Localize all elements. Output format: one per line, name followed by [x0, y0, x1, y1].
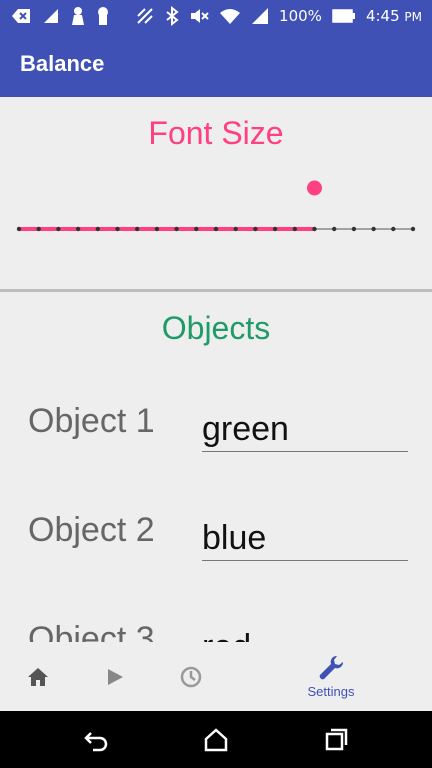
nav-settings-label: Settings	[307, 684, 355, 699]
triangle-warning-icon	[44, 9, 58, 23]
slider-tick	[36, 226, 41, 232]
bottom-navigation: Settings	[0, 642, 432, 711]
slider-tick	[253, 226, 258, 232]
nav-play[interactable]	[95, 642, 135, 711]
slider-tick	[95, 226, 101, 232]
object-value-field[interactable]: green	[202, 410, 408, 452]
nav-history[interactable]	[171, 642, 211, 711]
slider-tick	[56, 226, 61, 232]
object-label: Object 2	[28, 511, 155, 549]
object-row-1: Object 1 green	[0, 390, 432, 480]
slider-tick	[75, 226, 81, 232]
nav-home[interactable]	[18, 642, 58, 711]
lock-icon	[98, 7, 108, 25]
slider-tick	[174, 226, 179, 232]
recents-icon[interactable]	[321, 725, 351, 755]
battery-icon	[332, 9, 355, 23]
status-time: 4:45 PM	[366, 7, 422, 25]
battery-percent: 100%	[279, 7, 322, 25]
objects-title: Objects	[161, 310, 271, 346]
exit-icon	[12, 9, 30, 23]
nfc-off-icon	[137, 8, 153, 24]
object-row-2: Object 2 blue	[0, 499, 432, 589]
font-size-slider[interactable]	[0, 170, 432, 250]
objects-list[interactable]: Object 1 green Object 2 blue Object 3 re…	[0, 390, 432, 642]
slider-tick	[16, 226, 22, 232]
slider-thumb[interactable]	[307, 180, 322, 196]
app-bar: Balance	[0, 32, 432, 97]
status-bar: 100% 4:45 PM	[0, 0, 432, 32]
slider-tick	[233, 226, 238, 232]
play-icon	[108, 668, 123, 685]
history-icon	[180, 666, 202, 687]
slider-tick	[154, 226, 160, 232]
object-row-3: Object 3 red	[0, 608, 432, 642]
wrench-icon	[319, 655, 344, 680]
object-label: Object 3	[28, 620, 155, 642]
slider-tick	[194, 226, 199, 232]
section-divider	[0, 289, 432, 292]
signal-icon	[252, 8, 269, 24]
slider-tick	[312, 226, 317, 232]
slider-tick	[332, 226, 337, 232]
slider-tick	[272, 226, 278, 232]
app-title: Balance	[20, 51, 105, 76]
back-icon[interactable]	[81, 725, 111, 755]
slider-tick	[391, 226, 396, 232]
font-size-title: Font Size	[148, 115, 284, 151]
wifi-icon	[220, 9, 241, 24]
slider-tick	[351, 226, 357, 232]
slider-tick	[213, 226, 219, 232]
slider-tick	[292, 226, 297, 232]
person-icon	[72, 7, 84, 25]
nav-settings[interactable]: Settings	[296, 642, 366, 711]
object-value-field[interactable]: red	[202, 628, 408, 642]
time-ampm: PM	[404, 10, 422, 24]
system-navigation-bar	[0, 711, 432, 768]
object-label: Object 1	[28, 402, 155, 440]
object-value-field[interactable]: blue	[202, 519, 408, 561]
mute-icon	[191, 9, 209, 23]
time-value: 4:45	[365, 7, 400, 25]
slider-tick	[410, 226, 416, 232]
slider-tick	[115, 226, 120, 232]
slider-tick	[135, 226, 140, 232]
slider-tick	[371, 226, 376, 232]
bluetooth-icon	[166, 6, 179, 26]
home-icon	[28, 667, 48, 686]
home-button-icon[interactable]	[201, 725, 231, 755]
